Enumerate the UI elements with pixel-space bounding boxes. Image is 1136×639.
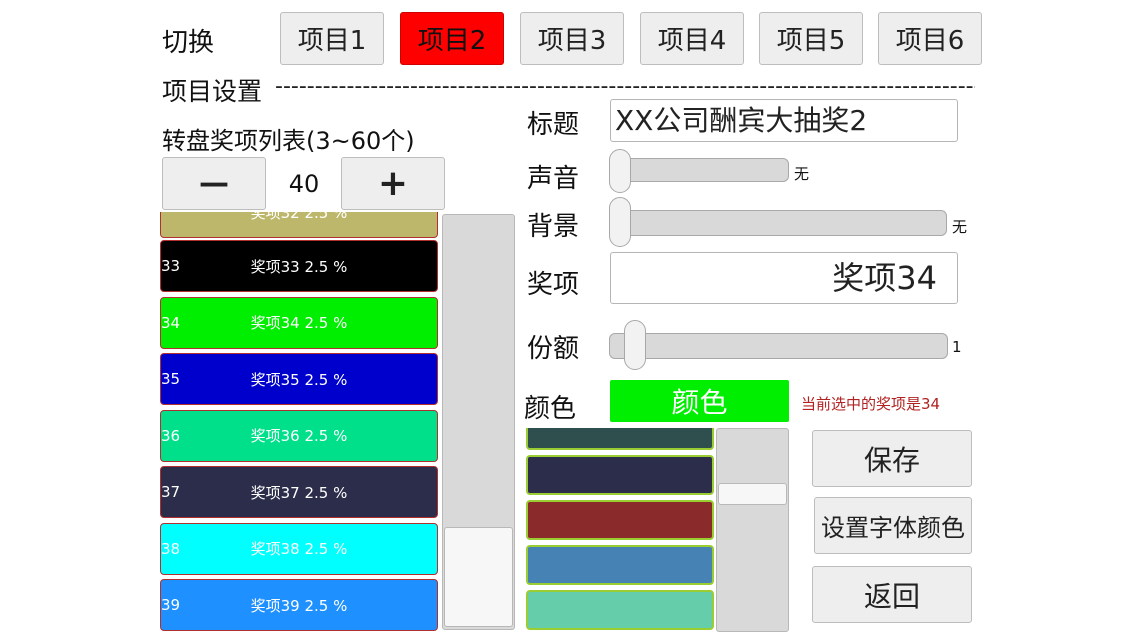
palette-swatch[interactable] [526,428,714,450]
back-button[interactable]: 返回 [812,566,972,623]
background-slider-knob[interactable] [609,197,631,247]
list-item[interactable]: 35 奖项35 2.5 % [160,353,438,405]
background-slider[interactable] [611,210,947,236]
list-item[interactable]: 36 奖项36 2.5 % [160,409,438,462]
sound-label: 声音 [527,164,580,194]
list-item[interactable]: 37 奖项37 2.5 % [160,466,438,518]
sound-slider-knob[interactable] [609,149,631,193]
prize-list-title: 转盘奖项列表(3~60个) [162,127,415,155]
font-color-button[interactable]: 设置字体颜色 [814,497,972,554]
tab-project-3[interactable]: 项目3 [520,12,624,65]
switch-label: 切换 [162,28,215,58]
sound-slider[interactable] [611,158,789,182]
list-item[interactable]: 33 奖项33 2.5 % [160,240,438,292]
palette-swatch[interactable] [526,545,714,585]
list-item-label: 奖项34 2.5 % [250,314,348,332]
share-label: 份额 [527,334,580,364]
title-label: 标题 [527,110,580,140]
section-title: 项目设置 [162,77,263,106]
title-input[interactable]: XX公司酬宾大抽奖2 [610,99,958,142]
list-item[interactable]: 39 奖项39 2.5 % [160,579,438,631]
color-label: 颜色 [524,394,577,424]
background-label: 背景 [527,212,580,242]
sound-value: 无 [794,165,810,183]
save-button[interactable]: 保存 [812,430,972,487]
list-item-label: 奖项37 2.5 % [250,483,348,502]
scrollbar-thumb[interactable] [444,527,513,627]
color-palette[interactable] [526,428,716,632]
palette-scrollbar[interactable] [716,428,789,632]
tab-project-4[interactable]: 项目4 [640,12,744,65]
background-value: 无 [952,218,968,236]
palette-swatch[interactable] [526,455,714,495]
list-item-label: 奖项39 2.5 % [250,596,348,615]
list-item-label: 奖项36 2.5 % [250,427,348,445]
palette-swatch[interactable] [526,590,714,630]
prize-list-scrollbar[interactable] [442,214,515,630]
list-item-label: 奖项38 2.5 % [250,540,348,558]
section-divider: ----------------------------------------… [275,74,975,99]
prize-count: 40 [288,170,320,198]
list-item-label: 奖项32 2.5 % [250,212,348,222]
tab-project-1[interactable]: 项目1 [280,12,384,65]
tab-project-5[interactable]: 项目5 [759,12,863,65]
prize-name-input[interactable]: 奖项34 [610,252,958,304]
prize-name-label: 奖项 [527,270,580,300]
tab-project-6[interactable]: 项目6 [878,12,982,65]
increase-count-button[interactable]: + [341,157,445,210]
decrease-count-button[interactable]: — [162,157,266,210]
share-slider[interactable] [609,333,948,359]
tab-project-2[interactable]: 项目2 [400,12,504,65]
selected-prize-hint: 当前选中的奖项是34 [801,395,941,413]
list-item[interactable]: 奖项32 2.5 % [160,212,438,238]
list-item-label: 奖项35 2.5 % [250,370,348,389]
palette-scrollbar-thumb[interactable] [718,483,787,505]
palette-swatch[interactable] [526,500,714,540]
prize-list[interactable]: 奖项32 2.5 % 33 奖项33 2.5 % 34 奖项34 2.5 % 35 奖项3… [160,212,440,632]
list-item[interactable]: 38 奖项38 2.5 % [160,522,438,575]
list-item-label: 奖项33 2.5 % [250,257,348,276]
share-value: 1 [952,338,962,356]
share-slider-knob[interactable] [624,320,646,370]
color-button[interactable]: 颜色 [610,380,789,422]
list-item[interactable]: 34 奖项34 2.5 % [160,296,438,349]
